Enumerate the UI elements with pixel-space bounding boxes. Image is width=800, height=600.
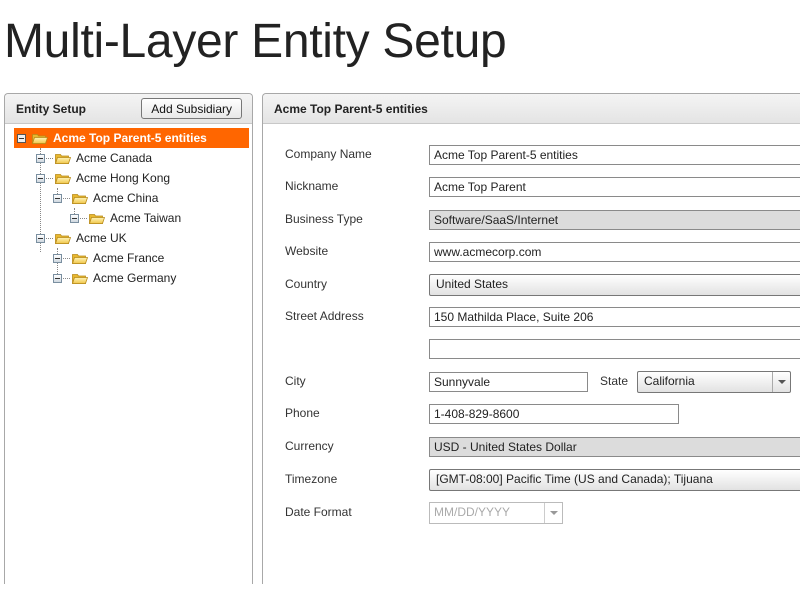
tree-item-acme-hong-kong[interactable]: Acme Hong Kong <box>14 168 249 188</box>
folder-open-icon <box>89 213 105 224</box>
company-name-label: Company Name <box>285 147 372 161</box>
company-name-input[interactable]: Acme Top Parent-5 entities <box>429 145 800 165</box>
tree-item-label: Acme China <box>93 191 159 205</box>
nickname-label: Nickname <box>285 179 339 193</box>
add-subsidiary-button[interactable]: Add Subsidiary <box>141 98 242 119</box>
currency-field[interactable]: USD - United States Dollar <box>429 437 800 457</box>
chevron-down-icon[interactable] <box>772 372 790 392</box>
tree-item-acme-germany[interactable]: Acme Germany <box>14 268 249 288</box>
tree-connector <box>63 257 70 259</box>
tree-item-acme-uk[interactable]: Acme UK <box>14 228 249 248</box>
phone-label: Phone <box>285 406 320 420</box>
city-input[interactable]: Sunnyvale <box>429 372 588 392</box>
website-label: Website <box>285 244 329 258</box>
tree-item-acme-top-parent[interactable]: Acme Top Parent-5 entities <box>14 128 249 148</box>
tree-item-label: Acme Top Parent-5 entities <box>53 131 207 145</box>
collapse-icon[interactable] <box>53 273 62 283</box>
entity-setup-panel: Entity Setup Add Subsidiary Acme Top Par… <box>4 93 253 584</box>
tree-item-acme-france[interactable]: Acme France <box>14 248 249 268</box>
date-format-placeholder: MM/DD/YYYY <box>434 505 511 519</box>
tree-item-label: Acme Taiwan <box>110 211 182 225</box>
collapse-icon[interactable] <box>70 213 79 223</box>
tree-connector <box>46 177 53 179</box>
collapse-icon[interactable] <box>36 153 45 163</box>
tree-item-label: Acme Canada <box>76 151 153 165</box>
folder-open-icon <box>72 253 88 264</box>
folder-open-icon <box>55 233 71 244</box>
tree-item-label: Acme France <box>93 251 165 265</box>
tree-connector <box>46 237 53 239</box>
entity-details-header: Acme Top Parent-5 entities <box>263 94 800 124</box>
street-address-line2-input[interactable] <box>429 339 800 359</box>
country-select[interactable]: United States <box>429 274 800 296</box>
phone-input[interactable]: 1-408-829-8600 <box>429 404 679 424</box>
chevron-down-icon[interactable] <box>544 503 562 523</box>
state-select[interactable]: California <box>637 371 791 393</box>
tree-item-acme-canada[interactable]: Acme Canada <box>14 148 249 168</box>
collapse-icon[interactable] <box>17 133 26 143</box>
street-address-label: Street Address <box>285 309 364 323</box>
tree-connector <box>63 197 70 199</box>
city-label: City <box>285 374 306 388</box>
state-label: State <box>600 374 629 388</box>
business-type-field[interactable]: Software/SaaS/Internet <box>429 210 800 230</box>
entity-details-title: Acme Top Parent-5 entities <box>274 101 428 116</box>
tree-item-acme-taiwan[interactable]: Acme Taiwan <box>14 208 249 228</box>
folder-open-icon <box>55 173 71 184</box>
collapse-icon[interactable] <box>53 193 62 203</box>
tree-item-label: Acme Hong Kong <box>76 171 171 185</box>
timezone-select[interactable]: [GMT-08:00] Pacific Time (US and Canada)… <box>429 469 800 491</box>
business-type-label: Business Type <box>285 212 363 226</box>
entity-tree: Acme Top Parent-5 entities Acme Canada A… <box>14 128 249 288</box>
website-input[interactable]: www.acmecorp.com <box>429 242 800 262</box>
tree-connector <box>46 157 53 159</box>
page-title: Multi-Layer Entity Setup <box>4 15 507 68</box>
tree-connector <box>63 277 70 279</box>
folder-open-icon <box>32 133 48 144</box>
tree-connector <box>80 217 87 219</box>
tree-item-label: Acme UK <box>76 231 127 245</box>
date-format-select[interactable]: MM/DD/YYYY <box>429 502 563 524</box>
street-address-input[interactable]: 150 Mathilda Place, Suite 206 <box>429 307 800 327</box>
country-label: Country <box>285 277 328 291</box>
nickname-input[interactable]: Acme Top Parent <box>429 177 800 197</box>
collapse-icon[interactable] <box>36 233 45 243</box>
folder-open-icon <box>72 273 88 284</box>
folder-open-icon <box>55 153 71 164</box>
entity-details-panel: Acme Top Parent-5 entities Company Name … <box>262 93 800 584</box>
date-format-label: Date Format <box>285 505 352 519</box>
state-select-value: California <box>644 374 695 388</box>
collapse-icon[interactable] <box>36 173 45 183</box>
entity-setup-title: Entity Setup <box>16 101 87 116</box>
currency-label: Currency <box>285 439 334 453</box>
tree-item-acme-china[interactable]: Acme China <box>14 188 249 208</box>
tree-item-label: Acme Germany <box>93 271 177 285</box>
timezone-label: Timezone <box>285 472 338 486</box>
folder-open-icon <box>72 193 88 204</box>
collapse-icon[interactable] <box>53 253 62 263</box>
